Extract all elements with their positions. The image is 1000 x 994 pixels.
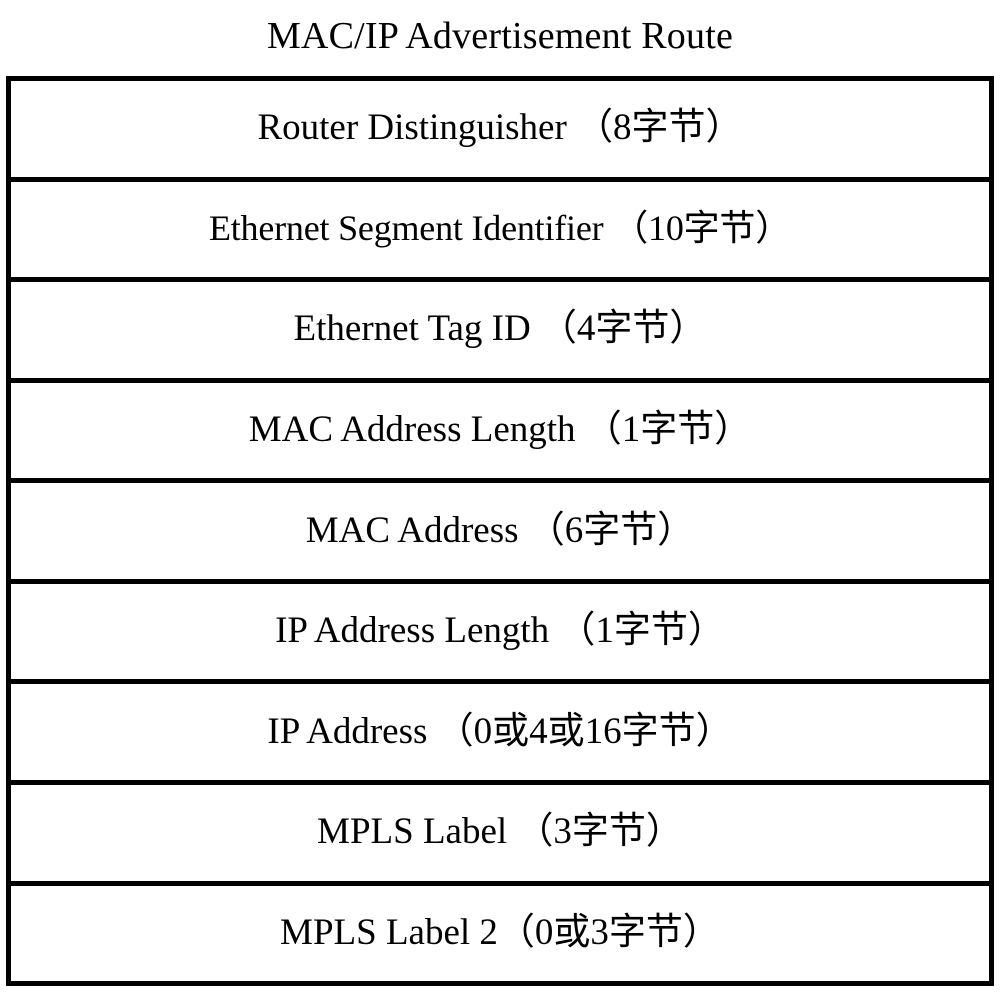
- table-row: IP Address Length （1字节）: [11, 583, 989, 685]
- field-label-mpls-label: MPLS Label （3字节）: [317, 811, 683, 853]
- page-title: MAC/IP Advertisement Route: [266, 15, 734, 57]
- field-label-router-distinguisher: Router Distinguisher （8字节）: [257, 107, 743, 149]
- field-label-ethernet-segment-identifier: Ethernet Segment Identifier （10字节）: [208, 208, 792, 249]
- figure-canvas: MAC/IP Advertisement Route Router Distin…: [0, 0, 1000, 994]
- table-row: Router Distinguisher （8字节）: [11, 81, 989, 182]
- table-row: MPLS Label （3字节）: [11, 784, 989, 886]
- table-row: MAC Address Length （1字节）: [11, 382, 989, 484]
- table-row: MAC Address （6字节）: [11, 483, 989, 584]
- table-row: MPLS Label 2（0或3字节）: [11, 885, 989, 982]
- field-label-ip-address: IP Address （0或4或16字节）: [267, 710, 733, 752]
- field-label-mac-address-length: MAC Address Length （1字节）: [248, 409, 752, 451]
- field-label-mpls-label-2: MPLS Label 2（0或3字节）: [280, 911, 720, 953]
- table-row: IP Address （0或4或16字节）: [11, 684, 989, 785]
- field-label-ip-address-length: IP Address Length （1字节）: [275, 610, 725, 652]
- field-label-ethernet-tag-id: Ethernet Tag ID （4字节）: [293, 308, 707, 350]
- table-row: Ethernet Tag ID （4字节）: [11, 282, 989, 383]
- packet-format-table: Router Distinguisher （8字节） Ethernet Segm…: [6, 76, 994, 986]
- field-label-mac-address: MAC Address （6字节）: [305, 509, 695, 551]
- table-row: Ethernet Segment Identifier （10字节）: [11, 181, 989, 283]
